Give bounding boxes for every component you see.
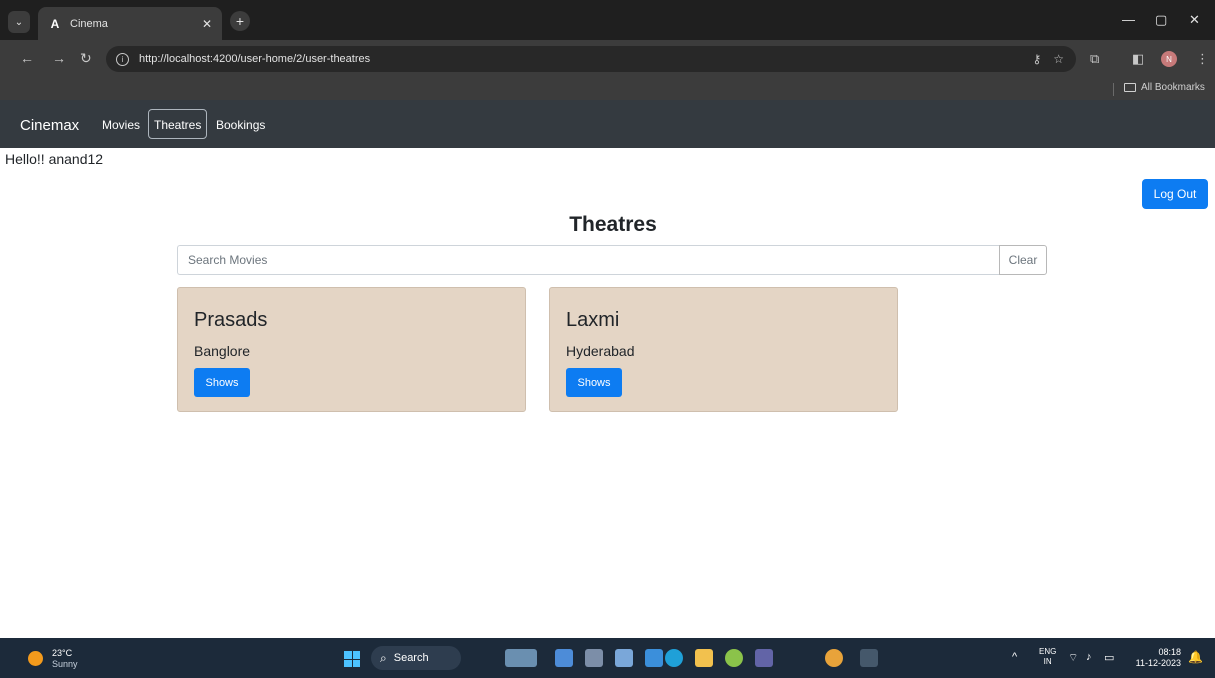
all-bookmarks-label: All Bookmarks <box>1141 82 1205 93</box>
tray-chevron-up-icon[interactable]: ^ <box>1012 651 1017 663</box>
clear-button[interactable]: Clear <box>999 245 1047 275</box>
sun-icon[interactable] <box>28 651 43 666</box>
side-panel-icon[interactable]: ◧ <box>1132 51 1144 67</box>
angular-favicon-icon: A <box>50 16 60 31</box>
nav-link-movies[interactable]: Movies <box>102 118 140 132</box>
forward-icon[interactable]: → <box>52 50 66 66</box>
search-input[interactable] <box>177 245 999 275</box>
volume-icon[interactable]: ♪ <box>1086 651 1092 663</box>
shows-button[interactable]: Shows <box>566 368 622 397</box>
theatre-name: Prasads <box>194 309 268 331</box>
more-menu-icon[interactable]: ⋮ <box>1196 51 1209 67</box>
theatre-card: Prasads Banglore Shows <box>177 287 526 412</box>
back-icon[interactable]: ← <box>20 50 34 66</box>
lang-bottom: IN <box>1043 657 1052 666</box>
search-icon: ⌕ <box>380 650 387 665</box>
file-explorer-icon[interactable] <box>695 649 713 667</box>
terminal-console-icon[interactable] <box>860 649 878 667</box>
nav-link-bookings[interactable]: Bookings <box>216 118 265 132</box>
windows-start-icon[interactable] <box>344 651 360 667</box>
theatre-name: Laxmi <box>566 309 620 331</box>
chat-app-icon[interactable] <box>555 649 573 667</box>
all-bookmarks-button[interactable]: All Bookmarks <box>1124 82 1205 93</box>
task-view-icon[interactable] <box>585 649 603 667</box>
notification-bell-icon[interactable]: 🔔 <box>1188 650 1203 664</box>
bookmark-star-icon[interactable]: ☆ <box>1053 52 1064 66</box>
brand-link[interactable]: Cinemax <box>20 117 79 134</box>
taskbar-search[interactable]: ⌕ Search <box>371 646 461 670</box>
spring-tool-icon[interactable] <box>725 649 743 667</box>
restore-icon[interactable]: ▢ <box>1155 12 1167 28</box>
bookmarks-divider <box>1113 83 1114 96</box>
widgets-app-icon[interactable] <box>505 649 537 667</box>
windows-taskbar: 23°C Sunny ⌕ Search ^ ENG IN ⌔ ♪ ▭ 08:18… <box>0 638 1215 678</box>
reload-icon[interactable]: ↻ <box>80 50 92 67</box>
folder-icon <box>1124 83 1136 92</box>
browser-toolbar: ← → ↻ i http://localhost:4200/user-home/… <box>0 40 1215 78</box>
lang-top: ENG <box>1039 647 1057 656</box>
site-info-icon[interactable]: i <box>116 52 129 66</box>
store-app-icon[interactable] <box>645 649 663 667</box>
minimize-icon[interactable]: — <box>1122 12 1135 27</box>
browser-tab[interactable]: A Cinema ✕ <box>38 7 222 40</box>
language-indicator[interactable]: ENG IN <box>1039 647 1056 667</box>
theatre-city: Hyderabad <box>566 343 635 359</box>
theatre-city: Banglore <box>194 343 251 359</box>
logout-button[interactable]: Log Out <box>1142 179 1208 209</box>
extensions-icon[interactable]: ⧉ <box>1090 51 1099 67</box>
clock-time: 08:18 <box>1158 647 1181 657</box>
theatre-card: Laxmi Hyderabad Shows <box>549 287 898 412</box>
bookmarks-bar: All Bookmarks <box>0 78 1215 100</box>
teams-app-icon[interactable] <box>755 649 773 667</box>
wifi-icon[interactable]: ⌔ <box>1068 651 1078 665</box>
edge-app-icon[interactable] <box>665 649 683 667</box>
profile-avatar[interactable]: N <box>1161 51 1177 67</box>
system-clock[interactable]: 08:18 11-12-2023 <box>1131 647 1181 669</box>
battery-icon[interactable]: ▭ <box>1104 651 1114 664</box>
address-bar[interactable]: i http://localhost:4200/user-home/2/user… <box>106 46 1076 72</box>
tab-close-icon[interactable]: ✕ <box>202 17 212 31</box>
browser-tab-strip: ⌄ A Cinema ✕ + — ▢ ✕ <box>0 0 1215 40</box>
nav-link-theatres[interactable]: Theatres <box>148 109 208 139</box>
shows-button[interactable]: Shows <box>194 368 250 397</box>
chrome-app-icon[interactable] <box>825 649 843 667</box>
taskbar-search-label: Search <box>393 652 429 664</box>
clock-date: 11-12-2023 <box>1135 658 1181 668</box>
tab-title: Cinema <box>70 17 108 30</box>
page-title: Theatres <box>569 213 657 236</box>
tab-search-chevron-icon[interactable]: ⌄ <box>8 11 30 33</box>
app-navbar: Cinemax Movies Theatres Bookings <box>0 100 1215 148</box>
terminal-app-icon[interactable] <box>615 649 633 667</box>
greeting-text: Hello!! anand12 <box>5 151 104 167</box>
weather-condition: Sunny <box>52 659 78 669</box>
window-close-icon[interactable]: ✕ <box>1189 12 1200 28</box>
password-key-icon[interactable]: ⚷ <box>1032 52 1041 66</box>
search-group: Clear <box>177 245 1047 275</box>
address-url: http://localhost:4200/user-home/2/user-t… <box>139 53 371 65</box>
weather-temp: 23°C <box>52 648 73 658</box>
new-tab-icon[interactable]: + <box>230 11 250 31</box>
